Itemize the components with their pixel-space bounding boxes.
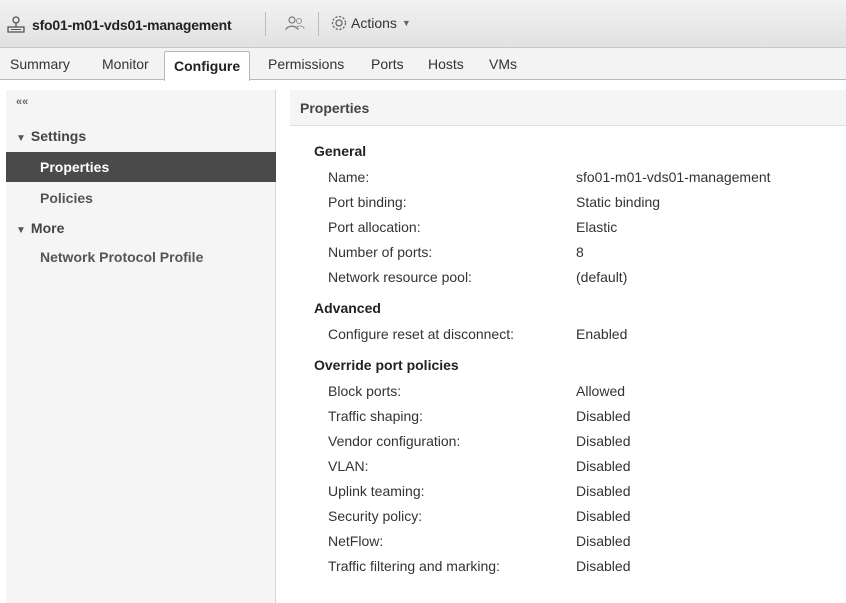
expand-triangle-icon: ▼ [16,225,26,236]
group-title-advanced: Advanced [314,300,381,316]
property-value: Disabled [576,408,631,424]
property-label: Network resource pool: [328,269,472,285]
property-label: Security policy: [328,508,423,524]
tab-bar: Summary Monitor Configure Permissions Po… [0,48,846,81]
expand-triangle-icon: ▼ [16,133,26,144]
panel-title: Properties [290,90,846,126]
property-value: Disabled [576,458,631,474]
group-title-override-port-policies: Override port policies [314,357,459,373]
property-label: Traffic shaping: [328,408,423,424]
property-value: (default) [576,269,628,285]
property-value: sfo01-m01-vds01-management [576,169,771,185]
property-value: Disabled [576,433,631,449]
actions-label: Actions [351,15,397,31]
property-value: Allowed [576,383,626,399]
property-value: Disabled [576,483,631,499]
properties-panel: Properties General Name: sfo01-m01-vds01… [290,90,846,603]
sidebar-item-properties[interactable]: Properties [6,152,276,182]
tab-ports[interactable]: Ports [371,56,404,72]
sidebar-item-network-protocol-profile[interactable]: Network Protocol Profile [6,242,276,272]
tab-permissions[interactable]: Permissions [268,56,344,72]
property-label: Uplink teaming: [328,483,425,499]
sidebar-section-label: More [30,220,65,236]
tab-vms[interactable]: VMs [489,56,517,72]
chevron-down-icon: ▼ [401,18,411,28]
network-switch-icon [6,15,26,35]
property-label: Number of ports: [328,244,433,260]
header-divider [318,12,319,36]
users-icon[interactable] [283,12,307,36]
tab-hosts[interactable]: Hosts [428,56,464,72]
property-label: Name: [328,169,370,185]
property-value: Enabled [576,326,628,342]
property-label: NetFlow: [328,533,384,549]
property-value: Static binding [576,194,661,210]
sidebar-item-policies[interactable]: Policies [6,183,276,213]
tab-monitor[interactable]: Monitor [102,56,149,72]
object-title: sfo01-m01-vds01-management [32,17,232,33]
property-label: Traffic filtering and marking: [328,558,500,574]
property-label: Port allocation: [328,219,421,235]
property-value: Elastic [576,219,618,235]
settings-sidebar: «« ▼ Settings Properties Policies ▼ More N… [6,90,276,603]
collapse-sidebar-icon[interactable]: «« [16,96,28,108]
property-value: Disabled [576,533,631,549]
object-header: sfo01-m01-vds01-management Actions ▼ [0,0,846,48]
property-value: 8 [576,244,584,260]
property-label: Block ports: [328,383,402,399]
gear-icon [330,14,348,32]
property-value: Disabled [576,508,631,524]
sidebar-section-label: Settings [30,128,87,144]
sidebar-section-settings[interactable]: ▼ Settings [16,128,86,144]
object-title-group: sfo01-m01-vds01-management [6,8,232,42]
actions-menu-button[interactable]: Actions ▼ [330,14,411,32]
property-label: Port binding: [328,194,407,210]
sidebar-section-more[interactable]: ▼ More [16,220,64,236]
property-label: Vendor configuration: [328,433,461,449]
property-label: VLAN: [328,458,369,474]
group-title-general: General [314,143,367,159]
property-label: Configure reset at disconnect: [328,326,514,342]
tab-configure[interactable]: Configure [164,51,251,81]
tab-summary[interactable]: Summary [10,56,70,72]
header-divider [265,12,266,36]
property-value: Disabled [576,558,631,574]
